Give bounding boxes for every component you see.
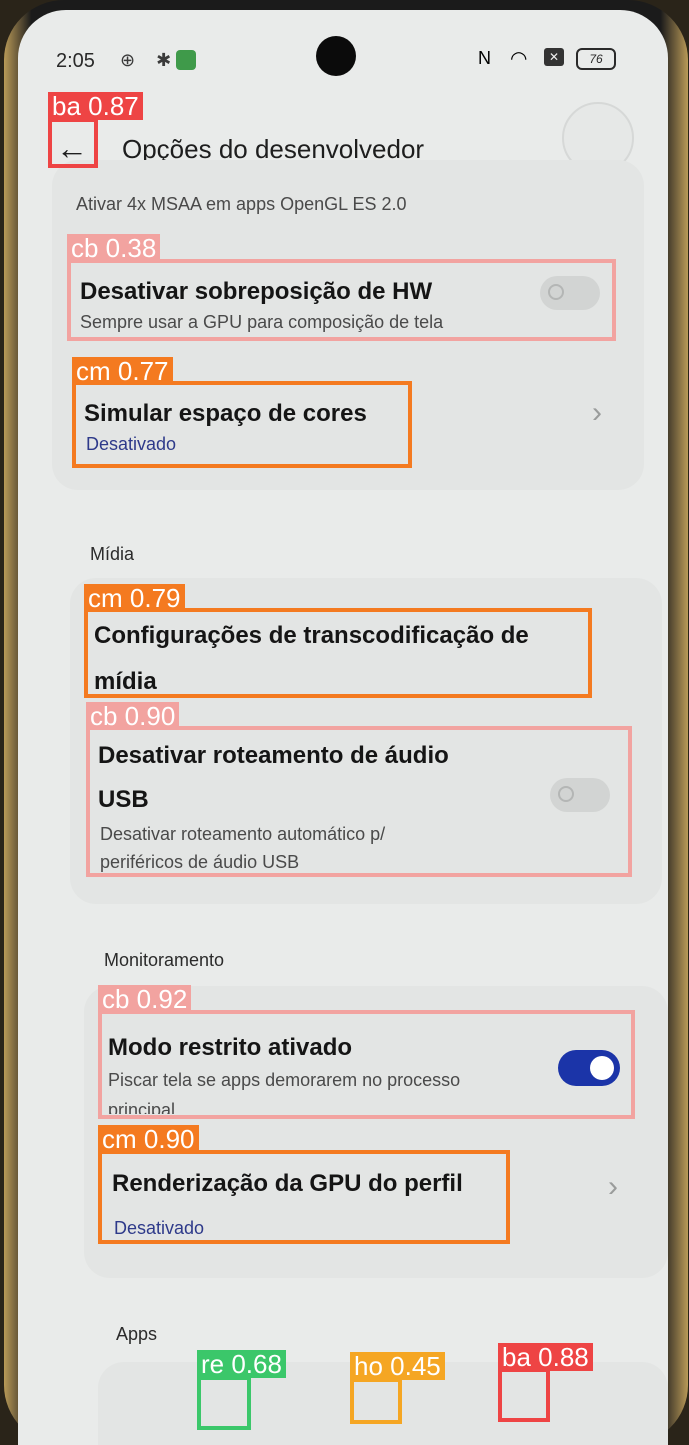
detection-box-transcoding bbox=[84, 608, 592, 698]
app-notification-icon bbox=[176, 50, 196, 70]
detection-box-gpu-profile bbox=[98, 1150, 510, 1244]
detection-box-nav-back bbox=[498, 1368, 550, 1422]
detection-label: ba 0.87 bbox=[48, 92, 143, 120]
detection-label: re 0.68 bbox=[197, 1350, 286, 1378]
section-header-media: Mídia bbox=[90, 544, 135, 564]
nfc-icon: N bbox=[478, 48, 491, 68]
detection-label: ba 0.88 bbox=[498, 1343, 593, 1371]
detection-label: cm 0.77 bbox=[72, 357, 173, 385]
detection-box-back bbox=[48, 118, 98, 168]
detection-box-strict-mode bbox=[98, 1010, 635, 1119]
detection-box-hw-overlay bbox=[67, 259, 616, 341]
detection-label: cm 0.79 bbox=[84, 584, 185, 612]
wifi-icon: ◠ bbox=[510, 48, 528, 70]
status-notification-icons: ⊕ ✱ bbox=[120, 50, 180, 70]
chevron-right-icon: › bbox=[592, 396, 602, 429]
chevron-right-icon: › bbox=[608, 1170, 618, 1203]
msaa-subtitle: Ativar 4x MSAA em apps OpenGL ES 2.0 bbox=[76, 194, 407, 214]
detection-label: cb 0.90 bbox=[86, 702, 180, 730]
detection-box-home bbox=[350, 1378, 402, 1424]
detection-box-recents bbox=[197, 1376, 251, 1430]
status-time: 2:05 bbox=[56, 50, 95, 72]
detection-label: cm 0.90 bbox=[98, 1125, 199, 1153]
detection-box-usb-audio bbox=[86, 726, 632, 877]
detection-box-color-space bbox=[72, 381, 412, 468]
detection-label: cb 0.92 bbox=[98, 985, 192, 1013]
section-header-monitoring: Monitoramento bbox=[104, 950, 225, 970]
camera-cutout bbox=[316, 36, 356, 76]
signal-x-icon: ✕ bbox=[544, 48, 564, 66]
battery-icon: 76 bbox=[576, 48, 616, 70]
section-header-apps: Apps bbox=[116, 1324, 158, 1344]
detection-label: ho 0.45 bbox=[350, 1352, 445, 1380]
detection-label: cb 0.38 bbox=[67, 234, 161, 262]
